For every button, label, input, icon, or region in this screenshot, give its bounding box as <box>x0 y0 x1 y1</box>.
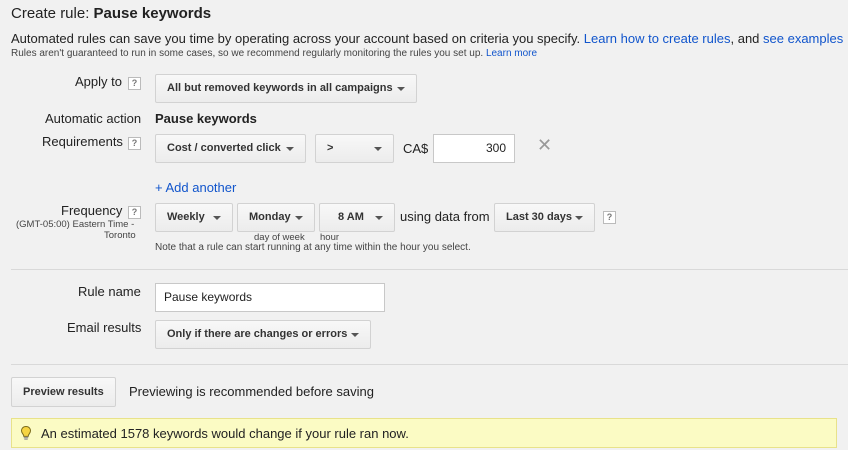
apply-to-dropdown[interactable]: All but removed keywords in all campaign… <box>155 74 417 103</box>
using-data-from-label: using data from <box>400 209 490 224</box>
date-range-dropdown[interactable]: Last 30 days <box>494 203 595 232</box>
rule-name-label: Rule name <box>78 284 141 299</box>
preview-results-button[interactable]: Preview results <box>11 377 116 407</box>
operator-value: > <box>327 142 334 154</box>
title-prefix: Create rule: <box>11 5 94 22</box>
title-rule-name: Pause keywords <box>93 5 212 22</box>
amount-input[interactable]: 300 <box>433 134 515 163</box>
frequency-period-value: Weekly <box>167 211 205 223</box>
frequency-help-icon[interactable]: ? <box>128 206 141 219</box>
rule-name-input[interactable]: Pause keywords <box>155 283 385 312</box>
add-another-link[interactable]: + Add another <box>155 180 236 195</box>
email-results-value: Only if there are changes or errors <box>167 328 348 340</box>
operator-dropdown[interactable]: > <box>315 134 394 163</box>
requirements-label: Requirements <box>42 134 123 149</box>
intro-note: Rules aren't guaranteed to run in some c… <box>11 48 537 59</box>
day-of-week-value: Monday <box>249 211 291 223</box>
timezone-line2: Toronto <box>104 230 136 241</box>
frequency-period-dropdown[interactable]: Weekly <box>155 203 233 232</box>
estimate-text: An estimated 1578 keywords would change … <box>41 426 409 441</box>
email-results-label: Email results <box>67 320 142 335</box>
intro-note-text: Rules aren't guaranteed to run in some c… <box>11 48 486 59</box>
intro-and: , and <box>730 31 764 46</box>
automatic-action-value: Pause keywords <box>155 111 257 126</box>
hour-value: 8 AM <box>338 211 364 223</box>
date-range-help-icon[interactable]: ? <box>603 211 616 224</box>
page-title: Create rule: Pause keywords <box>11 5 211 22</box>
intro-body: Automated rules can save you time by ope… <box>11 31 584 46</box>
email-results-dropdown[interactable]: Only if there are changes or errors <box>155 320 371 349</box>
frequency-label: Frequency <box>61 203 123 218</box>
hour-dropdown[interactable]: 8 AM <box>319 203 395 232</box>
requirements-help-icon[interactable]: ? <box>128 137 141 150</box>
apply-to-label: Apply to <box>75 74 122 89</box>
preview-hint: Previewing is recommended before saving <box>129 384 374 399</box>
apply-to-help-icon[interactable]: ? <box>128 77 141 90</box>
apply-to-value: All but removed keywords in all campaign… <box>167 82 393 94</box>
timezone-line1: (GMT-05:00) Eastern Time - <box>16 219 135 230</box>
chevron-down-icon <box>374 147 382 151</box>
metric-dropdown[interactable]: Cost / converted click <box>155 134 306 163</box>
divider <box>11 269 848 270</box>
frequency-note: Note that a rule can start running at an… <box>155 242 471 253</box>
chevron-down-icon <box>397 87 405 91</box>
learn-more-link[interactable]: Learn more <box>486 48 537 59</box>
chevron-down-icon <box>286 147 294 151</box>
lightbulb-icon <box>20 425 32 440</box>
chevron-down-icon <box>575 216 583 220</box>
learn-create-rules-link[interactable]: Learn how to create rules <box>584 31 731 46</box>
chevron-down-icon <box>213 216 221 220</box>
automatic-action-label: Automatic action <box>45 111 142 126</box>
chevron-down-icon <box>351 333 359 337</box>
chevron-down-icon <box>375 216 383 220</box>
day-of-week-dropdown[interactable]: Monday <box>237 203 315 232</box>
date-range-value: Last 30 days <box>506 211 573 223</box>
divider <box>11 364 848 365</box>
estimate-banner: An estimated 1578 keywords would change … <box>11 418 837 448</box>
remove-requirement-icon[interactable]: ✕ <box>537 135 552 156</box>
intro-text: Automated rules can save you time by ope… <box>11 31 843 46</box>
see-examples-link[interactable]: see examples <box>763 31 843 46</box>
currency-label: CA$ <box>403 141 429 156</box>
metric-value: Cost / converted click <box>167 142 281 154</box>
chevron-down-icon <box>295 216 303 220</box>
